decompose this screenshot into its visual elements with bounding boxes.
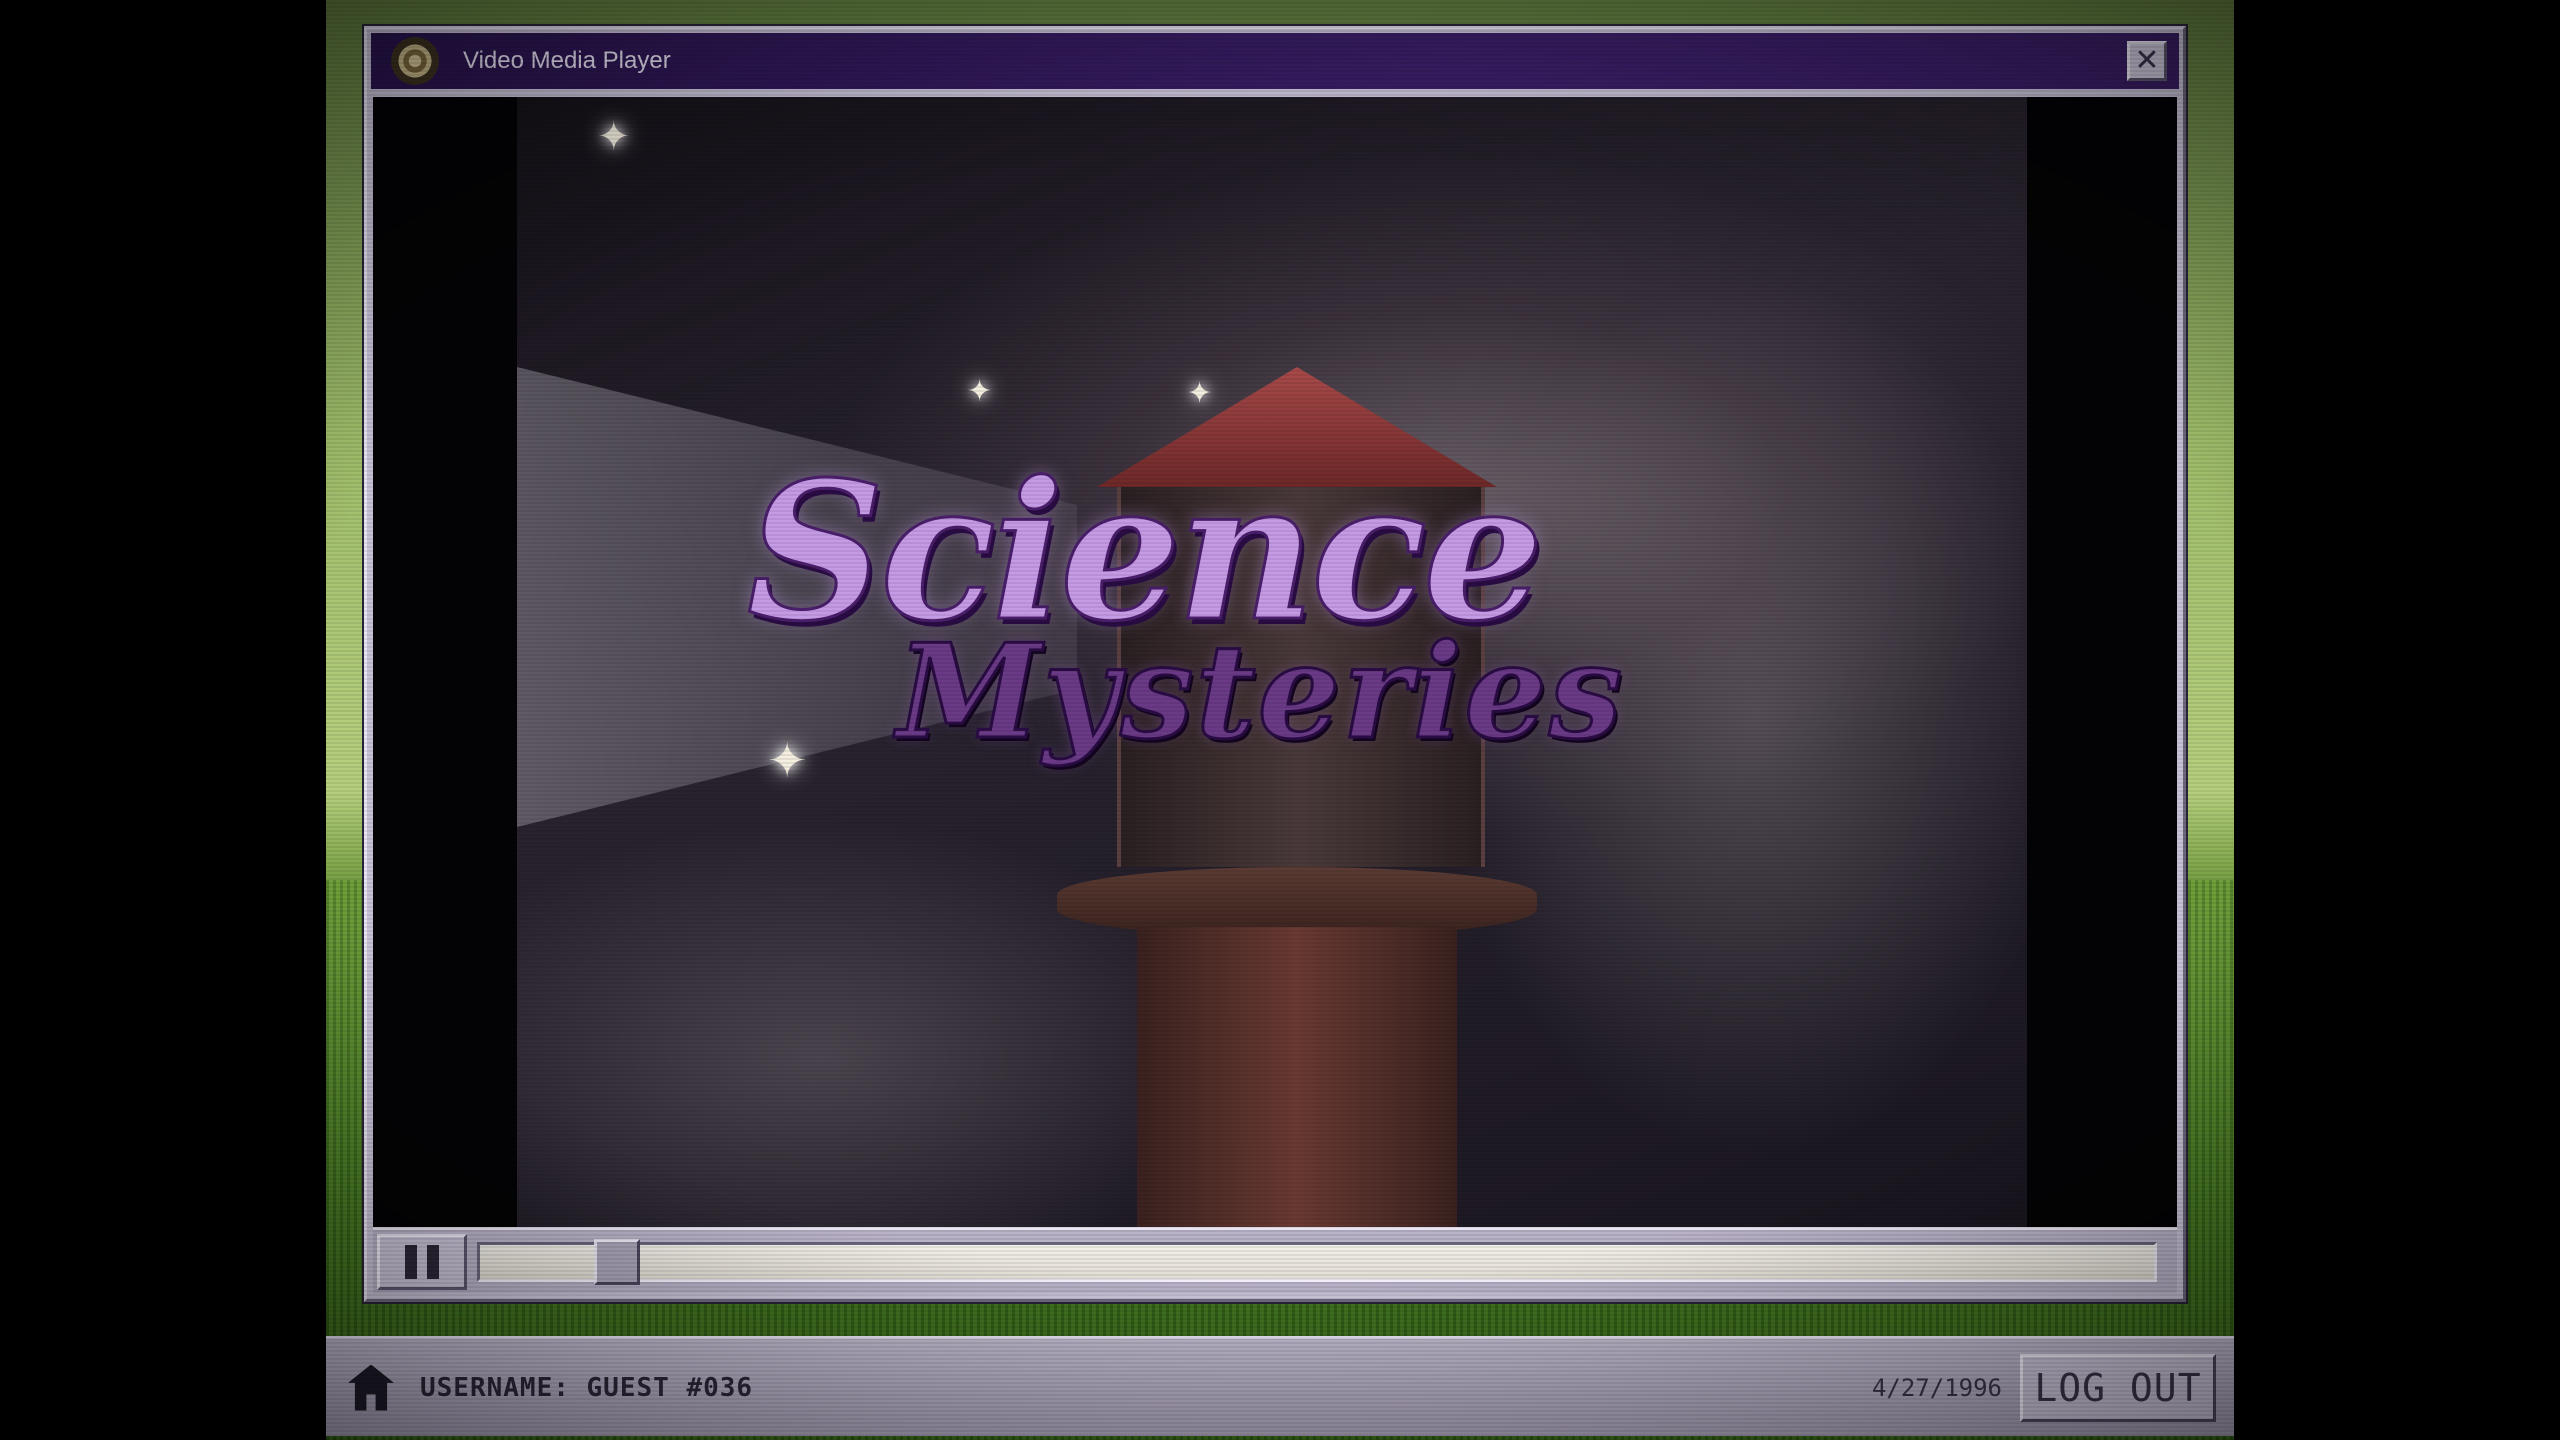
star-icon: ✦	[597, 114, 631, 160]
house-user-icon	[344, 1361, 398, 1415]
logo-mysteries: Mysteries	[895, 615, 1625, 768]
star-icon: ✦	[967, 374, 993, 409]
title-bar[interactable]: Video Media Player ✕	[371, 33, 2179, 89]
seek-thumb[interactable]	[594, 1238, 640, 1285]
logout-button[interactable]: LOG OUT	[2020, 1353, 2216, 1422]
seek-bar[interactable]	[477, 1238, 2157, 1285]
lighthouse-tower	[1137, 927, 1457, 1227]
window-title: Video Media Player	[463, 47, 671, 74]
pause-icon	[405, 1244, 417, 1279]
taskbar: USERNAME: GUEST #036 4/27/1996 LOG OUT	[326, 1336, 2234, 1436]
film-reel-icon	[391, 37, 439, 85]
video-frame: ✦ ✦ ✦ ✦ Science Mysteries	[517, 97, 2027, 1227]
show-logo: Science Mysteries	[746, 455, 1847, 877]
username-label: USERNAME: GUEST #036	[420, 1372, 754, 1403]
pause-button[interactable]	[377, 1233, 467, 1290]
close-icon: ✕	[2134, 43, 2160, 78]
pause-icon	[427, 1244, 439, 1279]
crt-screen: Video Media Player ✕ ✦ ✦ ✦ ✦ Science Mys…	[0, 0, 2560, 1440]
close-button[interactable]: ✕	[2127, 41, 2167, 81]
date-label: 4/27/1996	[1871, 1373, 2002, 1402]
video-display[interactable]: ✦ ✦ ✦ ✦ Science Mysteries	[373, 97, 2177, 1227]
video-player-window: Video Media Player ✕ ✦ ✦ ✦ ✦ Science Mys…	[364, 26, 2186, 1302]
playback-controls	[373, 1227, 2177, 1293]
